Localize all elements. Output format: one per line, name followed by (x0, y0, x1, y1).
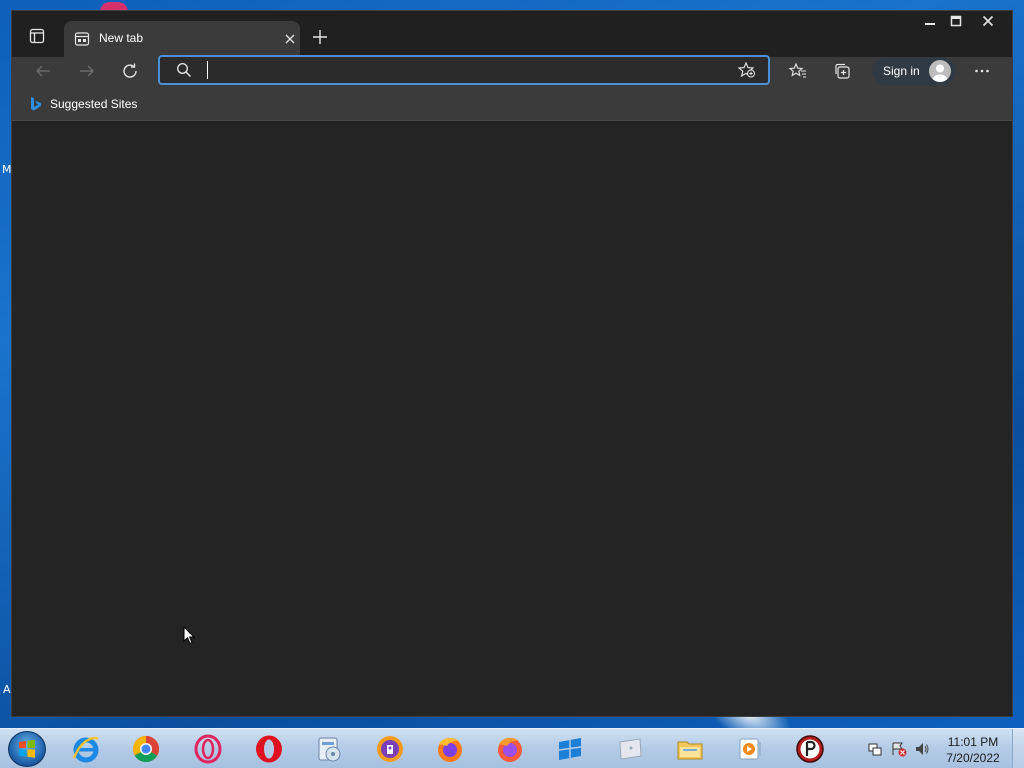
desktop-icon-label: A (3, 683, 11, 696)
settings-and-more-button[interactable] (967, 57, 997, 85)
tab-actions-button[interactable] (24, 24, 50, 48)
close-tab-button[interactable] (280, 29, 300, 49)
address-bar[interactable] (158, 55, 770, 85)
show-desktop-button[interactable] (1012, 729, 1024, 768)
close-icon (285, 34, 295, 44)
forward-icon (80, 65, 94, 77)
taskbar-vpn-app[interactable] (373, 732, 407, 766)
utility-app-icon (318, 737, 341, 762)
favorites-button[interactable] (783, 57, 813, 85)
taskbar-media-player[interactable] (733, 732, 767, 766)
refresh-icon (123, 63, 137, 78)
minimize-button[interactable] (917, 11, 943, 31)
collections-icon (835, 63, 850, 79)
opera-icon (256, 735, 282, 763)
plus-icon (313, 30, 327, 44)
add-favorite-icon (737, 61, 755, 78)
title-bar: New tab (12, 11, 1012, 57)
search-icon (176, 62, 192, 82)
taskbar-file-explorer[interactable] (673, 732, 707, 766)
taskbar-opera-gx[interactable] (191, 732, 225, 766)
blank-app-icon (619, 738, 642, 760)
new-tab-page-icon (74, 31, 90, 51)
volume-icon[interactable] (914, 741, 930, 757)
taskbar-firefox[interactable] (433, 732, 467, 766)
close-icon (982, 15, 994, 27)
refresh-button[interactable] (115, 57, 145, 85)
action-center-icon[interactable] (891, 741, 907, 757)
chrome-icon (132, 735, 160, 763)
media-player-icon (739, 738, 761, 760)
opera-gx-icon (194, 734, 222, 764)
more-icon (975, 69, 989, 73)
bing-icon (31, 97, 41, 111)
mouse-cursor-icon (183, 626, 195, 645)
add-favorite-button[interactable] (737, 61, 756, 82)
favorite-label: Suggested Sites (50, 97, 138, 111)
sign-in-button[interactable]: Sign in (872, 57, 956, 85)
pasteapp-icon (796, 735, 824, 763)
firefox-nightly-icon (498, 737, 522, 762)
file-explorer-icon (677, 741, 703, 760)
sign-in-label: Sign in (883, 64, 920, 78)
taskbar-pasteapp[interactable] (793, 732, 827, 766)
system-clock[interactable]: 11:01 PM 7/20/2022 (938, 734, 1008, 766)
taskbar-firefox-nightly[interactable] (493, 732, 527, 766)
tab-title: New tab (99, 31, 144, 45)
maximize-button[interactable] (943, 11, 969, 31)
taskbar-utility-app[interactable] (312, 732, 346, 766)
taskbar-windows-app[interactable] (553, 732, 587, 766)
browser-window: New tab Sign in Suggested Sites (11, 10, 1013, 717)
collections-button[interactable] (827, 57, 857, 85)
start-button[interactable] (8, 731, 46, 767)
clock-date: 7/20/2022 (946, 751, 1000, 765)
taskbar-chrome[interactable] (129, 732, 163, 766)
vpn-app-icon (377, 736, 403, 762)
taskbar-blank-app[interactable] (613, 732, 647, 766)
new-tab-button[interactable] (308, 25, 332, 49)
close-window-button[interactable] (972, 11, 1004, 31)
back-icon (36, 65, 50, 77)
internet-explorer-icon (72, 736, 99, 763)
taskbar: 11:01 PM 7/20/2022 (0, 728, 1024, 768)
text-caret (207, 61, 208, 79)
windows-app-icon (558, 738, 582, 760)
tab-new-tab[interactable]: New tab (64, 21, 300, 57)
maximize-icon (950, 15, 962, 27)
taskbar-internet-explorer[interactable] (69, 732, 103, 766)
favorite-suggested-sites[interactable]: Suggested Sites (29, 95, 137, 113)
firefox-icon (438, 737, 462, 762)
back-button[interactable] (28, 57, 58, 85)
avatar-icon (929, 60, 951, 82)
windows-logo-icon (19, 739, 35, 758)
clock-time: 11:01 PM (947, 735, 999, 749)
navigation-toolbar: Sign in (12, 55, 1012, 87)
favorites-icon (789, 62, 806, 78)
forward-button[interactable] (72, 57, 102, 85)
taskbar-opera[interactable] (252, 732, 286, 766)
minimize-icon (925, 23, 935, 25)
page-content[interactable] (12, 122, 1012, 716)
network-icon[interactable] (867, 741, 883, 757)
tab-actions-icon (29, 28, 45, 44)
address-input[interactable] (210, 57, 730, 83)
favorites-bar: Suggested Sites (12, 87, 1012, 121)
